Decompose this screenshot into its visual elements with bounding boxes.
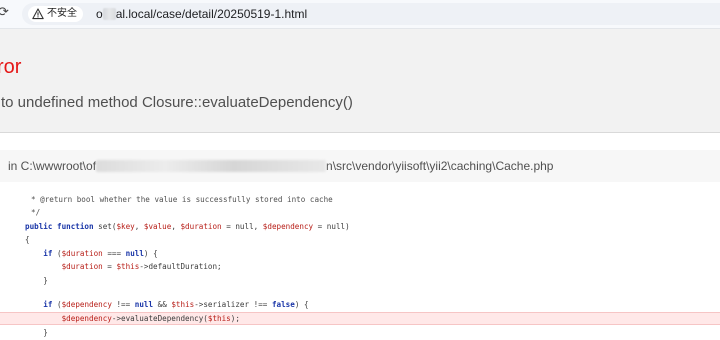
code-line: } (25, 328, 48, 337)
error-title: ror (0, 56, 22, 78)
file-path: in C:\wwwroot\of n\src\vendor\yiisoft\yii… (8, 158, 553, 174)
url-prefix: o (96, 7, 103, 21)
reload-icon[interactable]: ⟳ (0, 6, 12, 20)
code-line: public function set($key, $value, $durat… (25, 222, 350, 231)
error-code-line: $dependency->evaluateDependency($this); (0, 312, 720, 325)
error-header: ror to undefined method Closure::evaluat… (0, 29, 720, 133)
code-block: * @return bool whether the value is succ… (0, 188, 720, 340)
url-text[interactable]: o al.local/case/detail/20250519-1.html (96, 6, 307, 22)
error-message: to undefined method Closure::evaluateDep… (1, 94, 353, 111)
warning-icon (32, 8, 44, 20)
redacted-url-segment (102, 8, 116, 20)
code-line: */ (31, 208, 41, 217)
file-path-suffix: n\src\vendor\yiisoft\yii2\caching\Cache.… (326, 159, 554, 173)
not-secure-label: 不安全 (47, 8, 77, 19)
file-path-bar: in C:\wwwroot\of n\src\vendor\yiisoft\yii… (0, 150, 720, 182)
file-path-prefix: in C:\wwwroot\of (8, 159, 97, 173)
browser-toolbar: ⟳ 不安全 o al.local/case/detail/20250519-1.h… (0, 0, 720, 29)
url-suffix: al.local/case/detail/20250519-1.html (115, 7, 308, 21)
code-line: { (25, 235, 30, 244)
security-chip[interactable]: 不安全 (28, 6, 83, 22)
code-line: $duration = $this->defaultDuration; (61, 262, 222, 271)
code-line: * @return bool whether the value is succ… (31, 195, 333, 204)
code-line: } (25, 276, 48, 285)
redacted-path-segment (96, 160, 327, 172)
address-bar[interactable]: 不安全 o al.local/case/detail/20250519-1.htm… (22, 3, 720, 25)
code-line: if ($duration === null) { (43, 249, 158, 258)
code-line: if ($dependency !== null && $this->seria… (43, 300, 309, 309)
